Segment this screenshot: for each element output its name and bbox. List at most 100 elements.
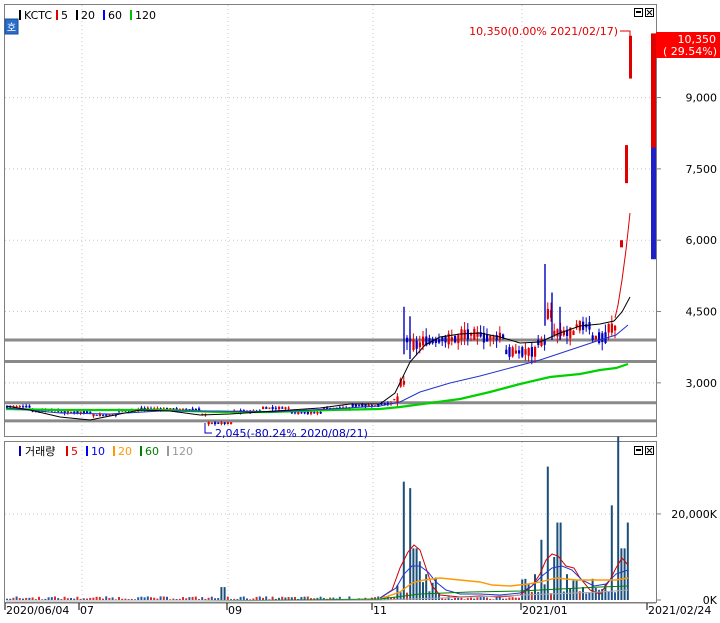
volume-bar (508, 597, 511, 600)
volume-bar (287, 597, 290, 600)
volume-bar (226, 596, 229, 600)
volume-bar (502, 598, 504, 600)
volume-bar (415, 548, 418, 600)
volume-bar (559, 522, 562, 600)
candle-body (601, 333, 604, 342)
candle-body (306, 411, 309, 414)
candle-body (274, 407, 277, 409)
volume-bar (230, 599, 232, 600)
volume-bar (140, 596, 143, 600)
volume-bar (102, 598, 104, 600)
volume-bar (82, 598, 85, 600)
volume-bar (15, 596, 18, 600)
vol-legend-ma-60-label: 60 (145, 445, 159, 458)
candle-body (383, 402, 386, 405)
volume-bar (236, 599, 239, 600)
candle-body (354, 404, 357, 407)
candle-body (102, 414, 105, 416)
vol-legend-ma-20-label: 20 (118, 445, 132, 458)
volume-bar (466, 598, 469, 600)
volume-bar (246, 598, 248, 600)
volume-bar (511, 597, 514, 600)
volume-bar (534, 574, 536, 600)
vol-legend-ma-5-swatch (66, 446, 68, 456)
price-tick-label: 4,500 (686, 306, 718, 319)
volume-bar (185, 598, 188, 600)
volume-bar (34, 599, 37, 600)
volume-bar (422, 582, 424, 600)
volume-bar (530, 591, 533, 600)
volume-bar (575, 580, 578, 600)
candle-body (98, 414, 101, 417)
volume-bar (204, 598, 207, 600)
candle-body (207, 422, 210, 425)
volume-bar (402, 481, 405, 600)
volume-bar (412, 548, 415, 600)
volume-bar (124, 598, 127, 600)
volume-panel-close-icon[interactable] (645, 446, 654, 455)
volume-bar (521, 579, 524, 600)
volume-bar (569, 588, 572, 600)
candle-body (79, 411, 82, 414)
volume-bar (188, 597, 191, 600)
volume-bar (12, 597, 15, 600)
candle-body (351, 404, 354, 407)
volume-bar (166, 596, 168, 600)
candle-body (594, 335, 597, 340)
price-panel-maximize-icon[interactable] (634, 8, 643, 17)
volume-bar (585, 593, 588, 600)
volume-bar (527, 583, 530, 600)
candle-body (553, 330, 556, 336)
candle-body (313, 412, 316, 414)
candle-body (546, 308, 549, 319)
candle-body (303, 412, 306, 414)
legend-ma-120-label: 120 (135, 9, 156, 22)
vol-legend-ma-5-label: 5 (71, 445, 78, 458)
candle-body (466, 329, 469, 340)
candle-body (358, 405, 361, 407)
toggle-button[interactable]: 호 (4, 18, 19, 35)
candle-body (530, 347, 533, 357)
date-tick-label: 07 (80, 604, 94, 617)
volume-bar (591, 578, 594, 600)
volume-bar (444, 598, 447, 600)
vol-legend-ma-60-swatch (140, 446, 142, 456)
price-panel-close-icon[interactable] (645, 8, 654, 17)
volume-bar (588, 592, 591, 600)
low-annotation-text: 2,045(-80.24% 2020/08/21) (215, 427, 368, 440)
volume-bar (482, 596, 485, 600)
volume-bar (86, 598, 88, 600)
volume-bar (284, 597, 287, 600)
candle-body (412, 339, 415, 351)
volume-bar (175, 599, 178, 600)
candle-body (223, 422, 226, 424)
volume-bar (146, 596, 149, 600)
volume-bar (572, 580, 575, 600)
candle-body (18, 406, 21, 408)
vol-legend-ma-10-label: 10 (91, 445, 105, 458)
volume-panel-maximize-icon[interactable] (634, 446, 643, 455)
candle-body (498, 332, 501, 340)
price-legend: KCTC 5 20 60 120 (19, 9, 156, 22)
candle-body (463, 329, 466, 339)
legend-ma-5-label: 5 (61, 9, 68, 22)
candle-body (214, 422, 217, 425)
price-tick-label: 3,000 (686, 377, 718, 390)
candle-body (220, 422, 223, 425)
volume-bar (265, 596, 268, 600)
date-tick-label: 11 (373, 604, 387, 617)
volume-bar (220, 587, 223, 600)
candle-body (518, 350, 521, 354)
volume-bar (169, 599, 172, 600)
candle-body (556, 329, 559, 337)
volume-bar (70, 597, 72, 600)
candle-body (610, 323, 613, 333)
candle-body (278, 406, 281, 410)
candle-body (265, 407, 268, 409)
volume-bar (258, 596, 261, 600)
volume-bar (137, 597, 140, 600)
candle-body (511, 347, 514, 357)
high-annotation-text: 10,350(0.00% 2021/02/17) (469, 25, 618, 38)
volume-bar (79, 598, 82, 600)
volume-bar (425, 574, 428, 600)
